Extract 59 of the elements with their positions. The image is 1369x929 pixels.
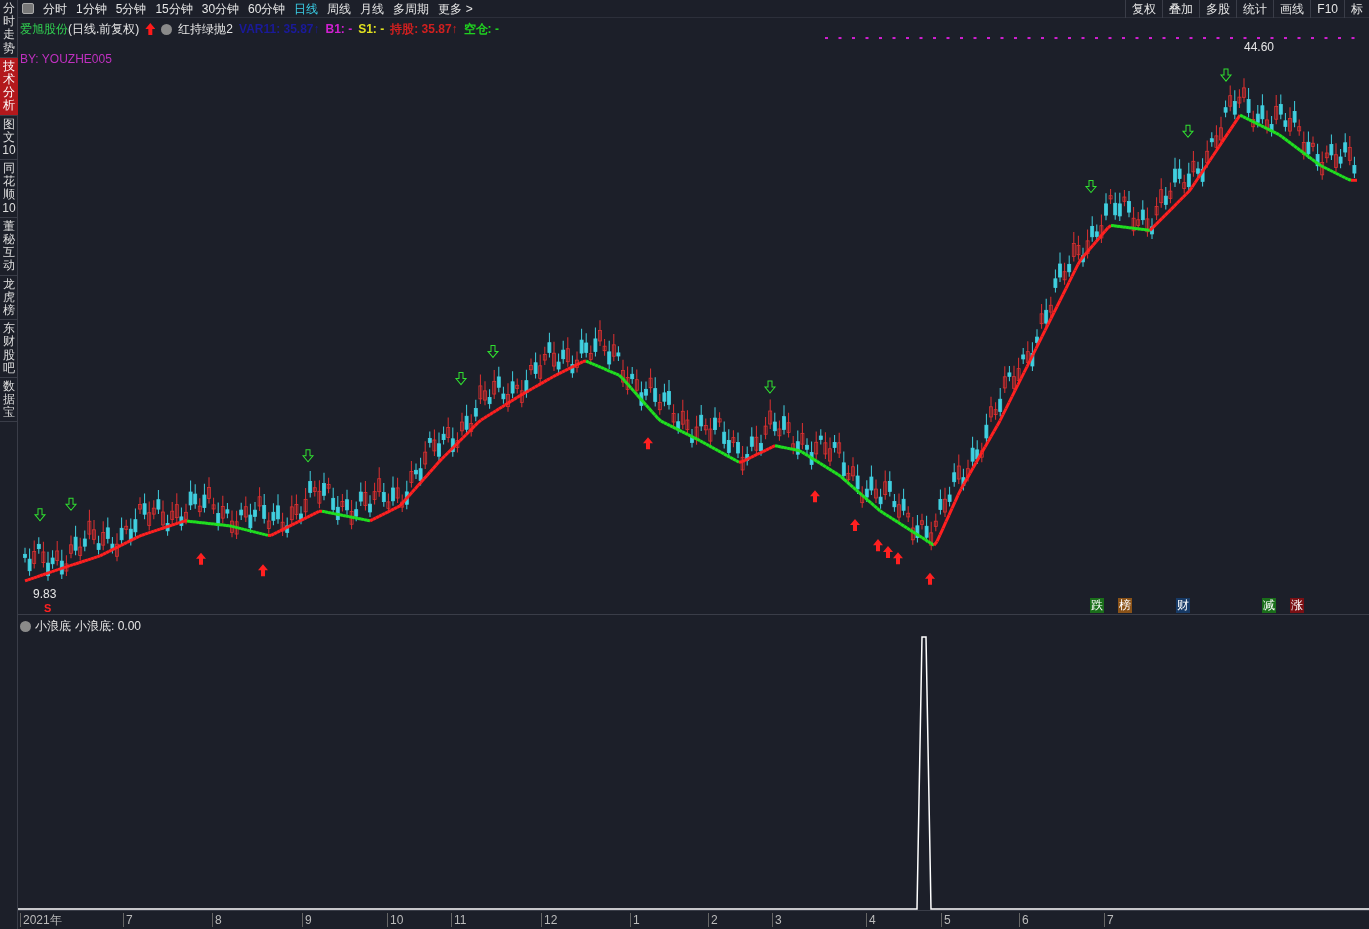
period-tab[interactable]: 周线 <box>327 0 352 18</box>
event-tag[interactable]: 减 <box>1262 598 1276 613</box>
axis-label: 8 <box>212 913 222 927</box>
indicator-value: 空仓: - <box>463 21 499 38</box>
author-label: BY: YOUZHE005 <box>20 51 112 68</box>
sidebar-tab[interactable]: 图文10 <box>0 115 18 161</box>
indicator-reading: 小浪底: 0.00 <box>75 618 142 635</box>
period-tab[interactable]: 分时 <box>43 0 67 18</box>
axis-label: 5 <box>941 913 951 927</box>
axis-label: 11 <box>451 913 467 927</box>
period-tab[interactable]: 30分钟 <box>201 0 240 18</box>
sidebar-tab[interactable]: 董秘互动 <box>0 217 18 276</box>
event-tag[interactable]: 财 <box>1176 598 1190 613</box>
event-tag[interactable]: 榜 <box>1118 598 1132 613</box>
axis-label: 6 <box>1019 913 1029 927</box>
toolbar-tab[interactable]: 画线 <box>1273 0 1311 18</box>
sidebar-tab[interactable]: 龙虎榜 <box>0 275 18 321</box>
sidebar-tab[interactable]: 数据宝 <box>0 377 18 423</box>
indicator-value: S1: - <box>358 21 385 38</box>
period-tab[interactable]: 60分钟 <box>248 0 286 18</box>
period-tab[interactable]: 5分钟 <box>115 0 147 18</box>
toolbar-tab[interactable]: 标 <box>1344 0 1369 18</box>
indicator-value: 持股: 35.87↑ <box>390 21 458 38</box>
axis-label: 9 <box>302 913 312 927</box>
axis-label: 7 <box>123 913 133 927</box>
low-price-label: 9.83 <box>33 586 57 603</box>
axis-label: 2021年 <box>20 913 62 927</box>
axis-label: 3 <box>772 913 782 927</box>
formula-name: 红持绿抛2 <box>178 21 233 38</box>
indicator-value: B1: - <box>325 21 353 38</box>
period-tab[interactable]: 月线 <box>360 0 385 18</box>
toolbar-tab[interactable]: 叠加 <box>1162 0 1200 18</box>
axis-label: 12 <box>541 913 558 927</box>
toolbar-tab[interactable]: 统计 <box>1236 0 1274 18</box>
sidebar-tab[interactable]: 东财股吧 <box>0 320 18 378</box>
panel-toggle-icon[interactable] <box>22 3 34 14</box>
period-tab[interactable]: 1分钟 <box>76 0 107 18</box>
axis-label: 4 <box>866 913 876 927</box>
period-tab[interactable]: 更多 > <box>438 0 473 18</box>
axis-label: 7 <box>1104 913 1114 927</box>
high-price-label: 44.60 <box>1244 39 1275 56</box>
sell-marker: S <box>44 601 52 616</box>
toolbar-tab[interactable]: 复权 <box>1125 0 1163 18</box>
chart-mode: (日线.前复权) <box>68 21 140 38</box>
sidebar-tab[interactable]: 技术分析 <box>0 57 18 116</box>
indicator-value: VAR11: 35.87↑ <box>239 21 320 38</box>
toolbar-tab[interactable]: F10 <box>1310 0 1344 18</box>
axis-label: 1 <box>630 913 640 927</box>
event-tag[interactable]: 涨 <box>1290 598 1304 613</box>
sidebar-tab[interactable]: 同花顺10 <box>0 160 18 218</box>
axis-label: 10 <box>387 913 404 927</box>
period-tab[interactable]: 多周期 <box>393 0 430 18</box>
indicator-name: 小浪底 <box>35 618 71 635</box>
event-tag[interactable]: 跌 <box>1090 598 1104 613</box>
toolbar-tab[interactable]: 多股 <box>1199 0 1237 18</box>
stock-name: 爱旭股份 <box>20 21 68 38</box>
period-tab[interactable]: 日线 <box>294 0 319 18</box>
axis-label: 2 <box>708 913 718 927</box>
period-tab[interactable]: 15分钟 <box>155 0 193 18</box>
